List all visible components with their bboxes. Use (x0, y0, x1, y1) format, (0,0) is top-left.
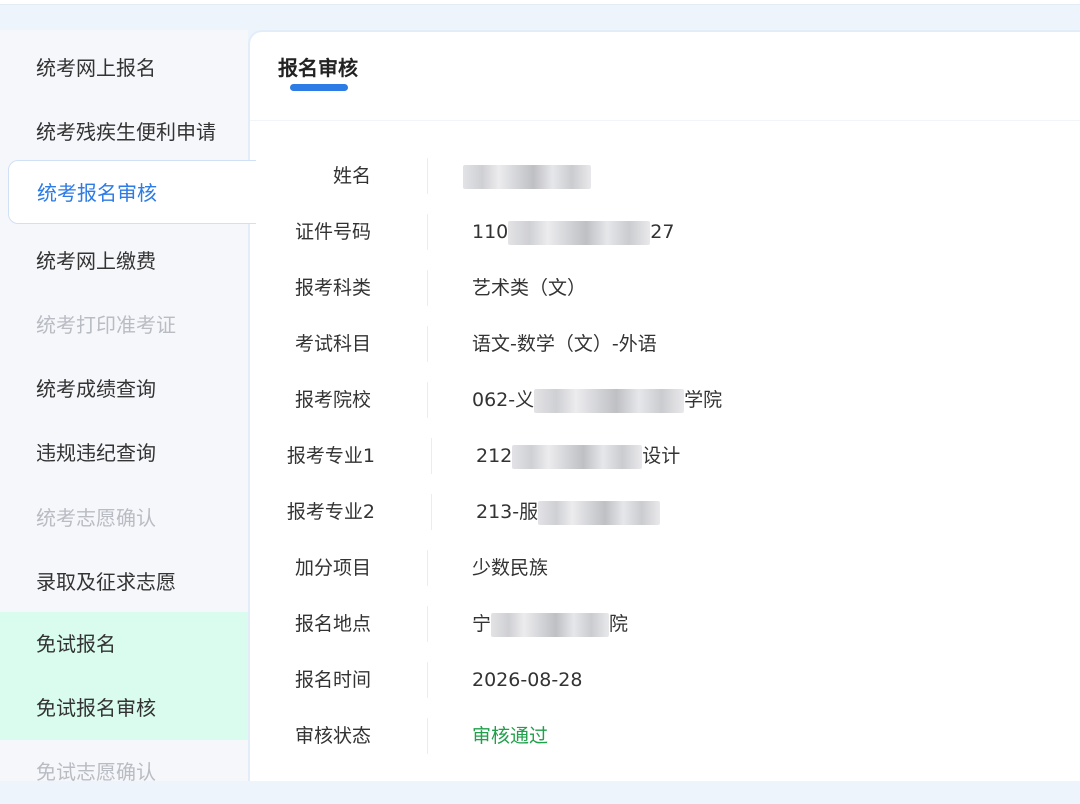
field-divider (427, 158, 428, 194)
value-prefix: 062-义 (472, 389, 535, 411)
sidebar-item-print-admission-ticket: 统考打印准考证 (36, 313, 176, 337)
field-row-major-1: 报考专业1 212 设计 (250, 428, 1080, 484)
sidebar-item-online-payment[interactable]: 统考网上缴费 (0, 229, 248, 293)
field-row-registration-location: 报名地点 宁院 (250, 596, 1080, 652)
field-value-name (463, 148, 591, 204)
field-value-registration-time: 2026-08-28 (472, 669, 583, 691)
value-suffix: 院 (609, 613, 629, 635)
sidebar-item-exam-online-registration[interactable]: 统考网上报名 (0, 36, 248, 100)
top-bar (0, 0, 1080, 5)
field-divider (427, 606, 428, 642)
sidebar-item-exempt-registration-review[interactable]: 免试报名审核 (0, 676, 248, 740)
value-prefix: 212 (476, 445, 513, 467)
field-value-registration-location: 宁院 (472, 596, 628, 652)
tab-registration-review[interactable]: 报名审核 (278, 52, 358, 81)
field-label-registration-time: 报名时间 (294, 669, 371, 691)
field-label-major-1: 报考专业1 (286, 445, 375, 467)
field-value-exam-subjects: 语文-数学（文）-外语 (472, 333, 657, 355)
sidebar-nav: 统考网上报名 统考残疾生便利申请 统考报名审核 统考网上缴费 统考打印准考证 统… (0, 30, 256, 784)
field-value-id-number: 110 27 (472, 204, 674, 260)
sidebar-item-volunteer-confirm: 统考志愿确认 (36, 506, 156, 530)
value-suffix: 27 (650, 221, 675, 243)
redacted-mask (538, 500, 661, 525)
redacted-mask (512, 444, 643, 469)
field-value-exam-category: 艺术类（文） (472, 277, 587, 299)
value-prefix: 213-服 (476, 501, 539, 523)
active-tab-indicator (290, 84, 348, 91)
field-divider (427, 382, 428, 418)
field-divider (431, 494, 432, 530)
field-label-bonus-points: 加分项目 (294, 557, 371, 579)
status-badge: 审核通过 (472, 725, 549, 747)
field-value-major-1: 212 设计 (476, 428, 680, 484)
field-divider (427, 270, 428, 306)
value-prefix: 110 (472, 221, 509, 243)
redacted-mask (491, 612, 610, 637)
field-label-registration-location: 报名地点 (294, 613, 371, 635)
field-row-id-number: 证件号码 110 27 (250, 204, 1080, 260)
sidebar-item-registration-review[interactable]: 统考报名审核 (8, 160, 256, 224)
sidebar-item-exempt-volunteer-confirm: 免试志愿确认 (36, 760, 156, 784)
field-label-review-status: 审核状态 (294, 725, 371, 747)
field-label-exam-category: 报考科类 (294, 277, 371, 299)
field-row-bonus-points: 加分项目 少数民族 (250, 540, 1080, 596)
redacted-mask (508, 220, 651, 245)
field-row-institution: 报考院校 062-义 学院 (250, 372, 1080, 428)
field-divider (427, 214, 428, 250)
main-panel: 报名审核 姓名 证件号码 110 27 报考科类 艺术类（文） 考试科目 语文-数… (248, 30, 1080, 781)
field-value-institution: 062-义 学院 (472, 372, 722, 428)
redacted-mask (534, 388, 685, 413)
field-label-major-2: 报考专业2 (286, 501, 375, 523)
field-value-bonus-points: 少数民族 (472, 557, 549, 579)
field-label-exam-subjects: 考试科目 (294, 333, 371, 355)
field-row-exam-subjects: 考试科目 语文-数学（文）-外语 (250, 316, 1080, 372)
field-divider (427, 326, 428, 362)
field-divider (431, 438, 432, 474)
sidebar-item-disabled-student-request[interactable]: 统考残疾生便利申请 (0, 100, 248, 164)
tab-header: 报名审核 (250, 32, 1080, 121)
sidebar-item-admission-solicitation[interactable]: 录取及征求志愿 (0, 550, 248, 614)
field-row-review-status: 审核状态 审核通过 (250, 708, 1080, 764)
field-label-institution: 报考院校 (294, 389, 371, 411)
field-divider (427, 662, 428, 698)
value-prefix: 宁 (472, 613, 492, 635)
redacted-mask (463, 164, 591, 189)
value-suffix: 学院 (684, 389, 723, 411)
field-value-major-2: 213-服 (476, 484, 661, 540)
field-divider (427, 550, 428, 586)
sidebar-item-exempt-registration[interactable]: 免试报名 (0, 612, 248, 676)
field-row-name: 姓名 (250, 148, 1080, 204)
field-row-major-2: 报考专业2 213-服 (250, 484, 1080, 540)
field-row-registration-time: 报名时间 2026-08-28 (250, 652, 1080, 708)
field-row-exam-category: 报考科类 艺术类（文） (250, 260, 1080, 316)
value-suffix: 设计 (642, 445, 681, 467)
field-label-name: 姓名 (332, 165, 371, 187)
field-divider (427, 718, 428, 754)
sidebar-item-violation-query[interactable]: 违规违纪查询 (0, 421, 248, 485)
sidebar-item-score-query[interactable]: 统考成绩查询 (0, 357, 248, 421)
field-label-id-number: 证件号码 (294, 221, 371, 243)
